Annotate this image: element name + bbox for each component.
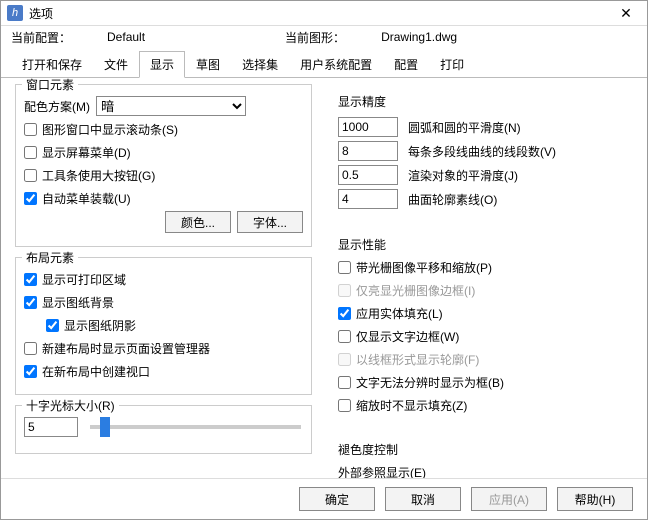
color-scheme-label: 配色方案(M) bbox=[24, 98, 90, 115]
tabbar: 打开和保存 文件 显示 草图 选择集 用户系统配置 配置 打印 bbox=[1, 50, 647, 78]
arc-smoothness-input[interactable] bbox=[338, 117, 398, 137]
crosshair-value[interactable] bbox=[24, 417, 78, 437]
group-layout-elements: 布局元素 显示可打印区域 显示图纸背景 显示图纸阴影 新建布局时显示页面设置管理… bbox=[15, 257, 312, 395]
surface-contours-label: 曲面轮廓素线(O) bbox=[408, 191, 497, 208]
arc-smoothness-label: 圆弧和圆的平滑度(N) bbox=[408, 119, 521, 136]
render-smoothness-label: 渲染对象的平滑度(J) bbox=[408, 167, 518, 184]
chk-text-as-box[interactable]: 文字无法分辨时显示为框(B) bbox=[338, 374, 504, 391]
crosshair-slider[interactable] bbox=[90, 425, 301, 429]
legend-crosshair: 十字光标大小(R) bbox=[22, 397, 119, 414]
tab-file[interactable]: 文件 bbox=[93, 51, 139, 78]
chk-page-setup-mgr[interactable]: 新建布局时显示页面设置管理器 bbox=[24, 340, 210, 357]
apply-button[interactable]: 应用(A) bbox=[471, 487, 547, 511]
group-window-elements: 窗口元素 配色方案(M) 暗 图形窗口中显示滚动条(S) 显示屏幕菜单(D) 工… bbox=[15, 84, 312, 247]
color-scheme-select[interactable]: 暗 bbox=[96, 96, 246, 116]
font-button[interactable]: 字体... bbox=[237, 211, 303, 233]
tab-selection[interactable]: 选择集 bbox=[231, 51, 289, 78]
window-title: 选项 bbox=[29, 5, 611, 22]
tab-display[interactable]: 显示 bbox=[139, 51, 185, 78]
cancel-button[interactable]: 取消 bbox=[385, 487, 461, 511]
chk-hide-fill-zoom[interactable]: 缩放时不显示填充(Z) bbox=[338, 397, 467, 414]
chk-printable-area[interactable]: 显示可打印区域 bbox=[24, 271, 126, 288]
polyline-segments-label: 每条多段线曲线的线段数(V) bbox=[408, 143, 556, 160]
chk-pan-raster[interactable]: 带光栅图像平移和缩放(P) bbox=[338, 259, 492, 276]
tab-config[interactable]: 配置 bbox=[383, 51, 429, 78]
chk-auto-menu-load[interactable]: 自动菜单装载(U) bbox=[24, 190, 131, 207]
surface-contours-input[interactable] bbox=[338, 189, 398, 209]
chk-paper-bg[interactable]: 显示图纸背景 bbox=[24, 294, 114, 311]
titlebar: h 选项 ✕ bbox=[1, 1, 647, 26]
tab-open-save[interactable]: 打开和保存 bbox=[11, 51, 93, 78]
legend-display-precision: 显示精度 bbox=[338, 93, 386, 110]
chk-text-boundary[interactable]: 仅显示文字边框(W) bbox=[338, 328, 459, 345]
group-display-performance: 显示性能 带光栅图像平移和缩放(P) 仅亮显光栅图像边框(I) 应用实体填充(L… bbox=[336, 227, 633, 422]
tab-print[interactable]: 打印 bbox=[429, 51, 475, 78]
chk-apply-solid-fill[interactable]: 应用实体填充(L) bbox=[338, 305, 443, 322]
group-crosshair: 十字光标大小(R) bbox=[15, 405, 312, 454]
current-config-label: 当前配置： bbox=[11, 29, 71, 46]
polyline-segments-input[interactable] bbox=[338, 141, 398, 161]
chk-highlight-raster-frame: 仅亮显光栅图像边框(I) bbox=[338, 282, 475, 299]
tab-user-system[interactable]: 用户系统配置 bbox=[289, 51, 383, 78]
current-drawing-label: 当前图形： bbox=[285, 29, 345, 46]
legend-layout-elements: 布局元素 bbox=[22, 249, 78, 266]
render-smoothness-input[interactable] bbox=[338, 165, 398, 185]
tab-sketch[interactable]: 草图 bbox=[185, 51, 231, 78]
content-area: 窗口元素 配色方案(M) 暗 图形窗口中显示滚动条(S) 显示屏幕菜单(D) 工… bbox=[1, 78, 647, 478]
chk-large-buttons[interactable]: 工具条使用大按钮(G) bbox=[24, 167, 155, 184]
chk-scrollbars[interactable]: 图形窗口中显示滚动条(S) bbox=[24, 121, 178, 138]
info-row: 当前配置： Default 当前图形： Drawing1.dwg bbox=[1, 26, 647, 48]
group-display-precision: 显示精度 圆弧和圆的平滑度(N) 每条多段线曲线的线段数(V) 渲染对象的平滑度… bbox=[336, 84, 633, 217]
close-button[interactable]: ✕ bbox=[611, 5, 641, 22]
chk-screen-menu[interactable]: 显示屏幕菜单(D) bbox=[24, 144, 131, 161]
legend-window-elements: 窗口元素 bbox=[22, 78, 78, 93]
chk-create-viewport[interactable]: 在新布局中创建视口 bbox=[24, 363, 150, 380]
xref-display-label: 外部参照显示(E) bbox=[338, 464, 426, 479]
legend-fade-control: 褪色度控制 bbox=[338, 441, 398, 458]
footer: 确定 取消 应用(A) 帮助(H) bbox=[1, 478, 647, 519]
left-column: 窗口元素 配色方案(M) 暗 图形窗口中显示滚动条(S) 显示屏幕菜单(D) 工… bbox=[15, 84, 312, 474]
current-config-value: Default bbox=[107, 30, 145, 44]
options-dialog: h 选项 ✕ 当前配置： Default 当前图形： Drawing1.dwg … bbox=[0, 0, 648, 520]
app-icon: h bbox=[7, 5, 23, 21]
group-fade-control: 褪色度控制 外部参照显示(E) 在位编辑显示(Y) bbox=[336, 432, 633, 478]
legend-display-performance: 显示性能 bbox=[338, 236, 386, 253]
ok-button[interactable]: 确定 bbox=[299, 487, 375, 511]
chk-paper-shadow[interactable]: 显示图纸阴影 bbox=[46, 317, 136, 334]
right-column: 显示精度 圆弧和圆的平滑度(N) 每条多段线曲线的线段数(V) 渲染对象的平滑度… bbox=[336, 84, 633, 474]
chk-wireframe-silhouette: 以线框形式显示轮廓(F) bbox=[338, 351, 479, 368]
current-drawing-value: Drawing1.dwg bbox=[381, 30, 457, 44]
help-button[interactable]: 帮助(H) bbox=[557, 487, 633, 511]
color-button[interactable]: 颜色... bbox=[165, 211, 231, 233]
